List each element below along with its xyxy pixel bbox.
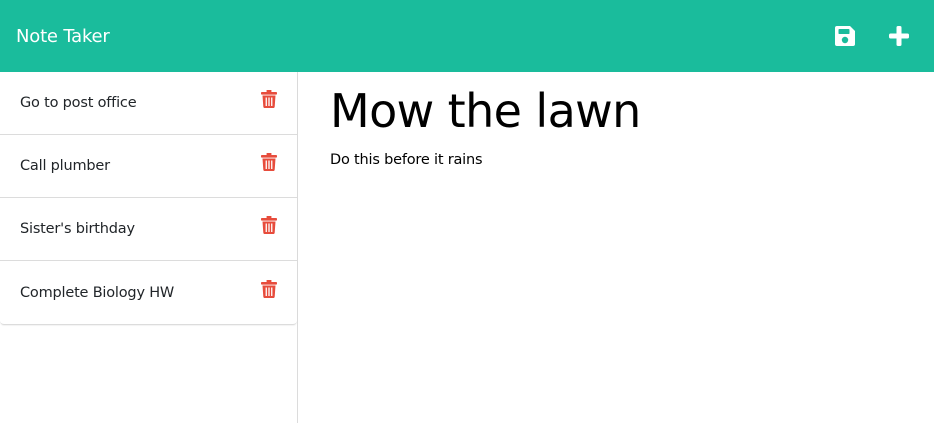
plus-icon [889,26,909,46]
navbar: Note Taker [0,0,934,72]
save-icon [835,26,855,46]
note-title[interactable]: Sister's birthday [20,221,135,237]
trash-icon[interactable] [261,153,277,171]
list-item[interactable]: Sister's birthday [0,198,297,261]
note-editor: Mow the lawn Do this before it rains [330,72,920,168]
note-title-field[interactable]: Mow the lawn [330,84,920,138]
trash-icon[interactable] [261,90,277,108]
note-title[interactable]: Call plumber [20,158,110,174]
list-item[interactable]: Complete Biology HW [0,261,297,324]
trash-icon[interactable] [261,216,277,234]
trash-icon[interactable] [261,279,277,298]
list-item[interactable]: Call plumber [0,135,297,198]
note-text-field[interactable]: Do this before it rains [330,152,920,168]
note-title[interactable]: Go to post office [20,95,137,111]
app-title[interactable]: Note Taker [16,26,110,47]
new-note-button[interactable] [879,16,919,56]
sidebar: Go to post office Call plumber Sister's … [0,72,298,423]
toolbar [825,0,934,72]
list-item[interactable]: Go to post office [0,72,297,135]
note-title[interactable]: Complete Biology HW [20,285,174,301]
save-note-button[interactable] [825,16,865,56]
note-list: Go to post office Call plumber Sister's … [0,72,297,325]
